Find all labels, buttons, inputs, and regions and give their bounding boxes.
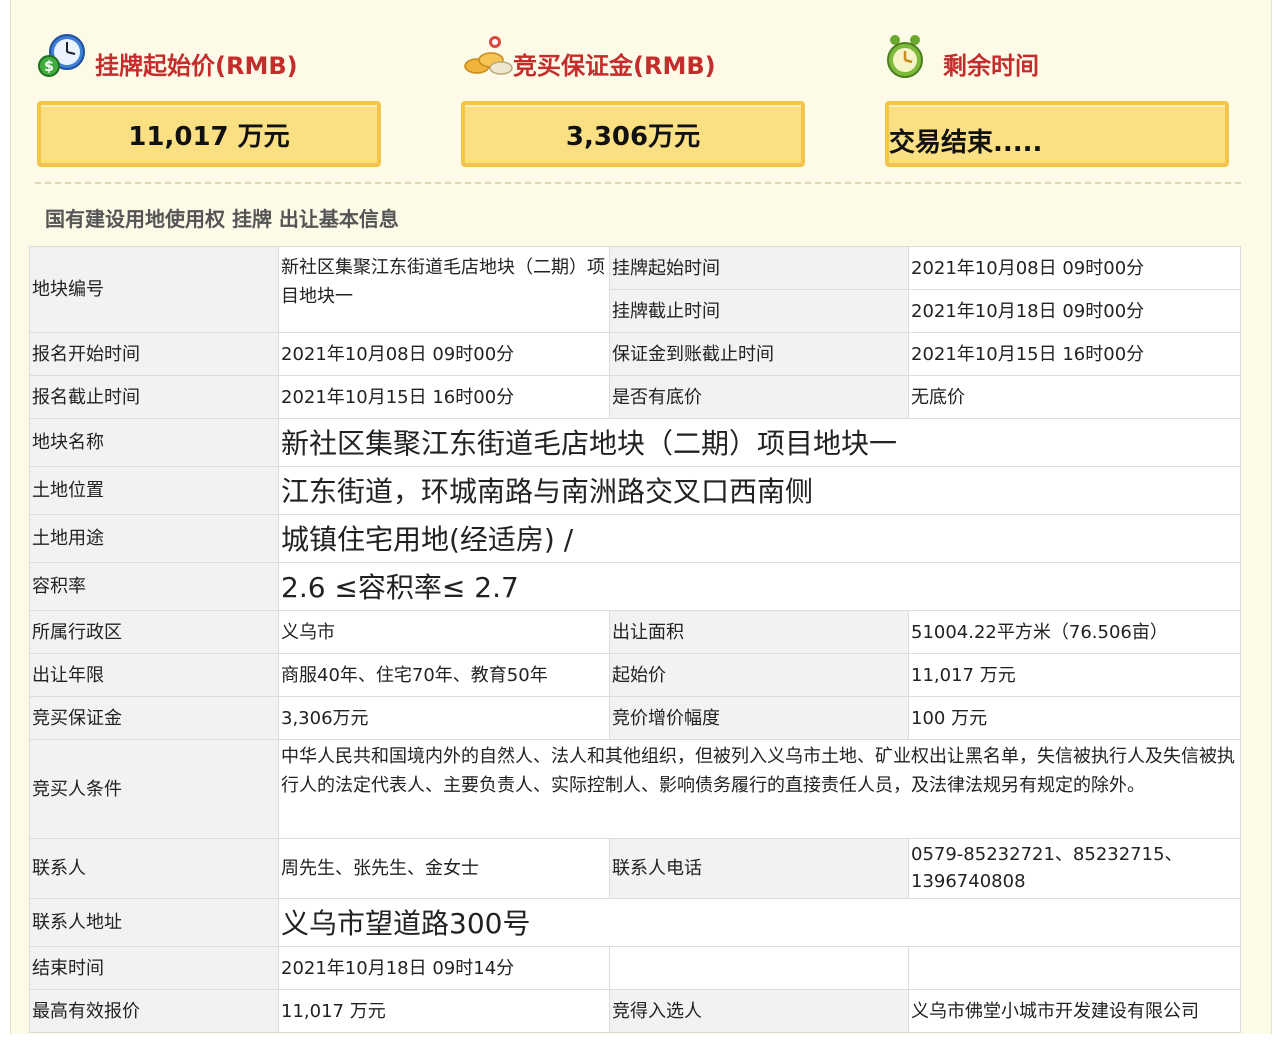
parcel-no-value: 新社区集聚江东街道毛店地块（二期）项目地块一 xyxy=(278,246,610,333)
table-row: 结束时间 2021年10月18日 09时14分 xyxy=(29,946,1241,990)
reg-start-value: 2021年10月08日 09时00分 xyxy=(278,332,610,376)
table-row: 竞买保证金 3,306万元 竞价增价幅度 100 万元 xyxy=(29,696,1241,740)
district-label: 所属行政区 xyxy=(29,610,279,654)
table-row: 土地位置 江东街道，环城南路与南洲路交叉口西南侧 xyxy=(29,466,1241,515)
usage-label: 土地用途 xyxy=(29,514,279,563)
table-row: 地块编号 新社区集聚江东街道毛店地块（二期）项目地块一 挂牌起始时间 2021年… xyxy=(29,246,1241,333)
svg-text:$: $ xyxy=(44,59,54,75)
end-time-value: 2021年10月18日 09时14分 xyxy=(278,946,610,990)
alarm-clock-icon xyxy=(887,35,923,78)
reg-start-label: 报名开始时间 xyxy=(29,332,279,376)
table-row: 报名截止时间 2021年10月15日 16时00分 是否有底价 无底价 xyxy=(29,375,1241,419)
bid-deposit-label: 竞买保证金 xyxy=(29,696,279,740)
location-value: 江东街道，环城南路与南洲路交叉口西南侧 xyxy=(278,466,1241,515)
table-row: 容积率 2.6 ≤容积率≤ 2.7 xyxy=(29,562,1241,611)
empty-cell xyxy=(609,946,909,990)
parcel-no-label: 地块编号 xyxy=(29,246,279,333)
start-price-value: 11,017 万元 xyxy=(128,121,290,152)
start-price-label: 挂牌起始价(RMB) xyxy=(95,52,298,80)
area-value: 51004.22平方米（76.506亩） xyxy=(908,610,1241,654)
address-value: 义乌市望道路300号 xyxy=(278,898,1241,947)
start-price-value-box: 11,017 万元 xyxy=(37,101,381,167)
bid-deposit-value: 3,306万元 xyxy=(278,696,610,740)
winner-value: 义乌市佛堂小城市开发建设有限公司 xyxy=(908,989,1241,1033)
table-row: 报名开始时间 2021年10月08日 09时00分 保证金到账截止时间 2021… xyxy=(29,332,1241,376)
deposit-block: 竞买保证金(RMB) 3,306万元 xyxy=(461,28,806,167)
top-bid-value: 11,017 万元 xyxy=(278,989,610,1033)
empty-cell xyxy=(908,946,1241,990)
parcel-name-label: 地块名称 xyxy=(29,418,279,467)
remaining-time-label: 剩余时间 xyxy=(943,52,1039,80)
summary-bar: $ 挂牌起始价(RMB) 11,017 万元 竞买保证金(RMB) 3,306万… xyxy=(11,0,1271,190)
coins-icon xyxy=(464,36,513,75)
far-label: 容积率 xyxy=(29,562,279,611)
increment-label: 竞价增价幅度 xyxy=(609,696,909,740)
listing-panel: $ 挂牌起始价(RMB) 11,017 万元 竞买保证金(RMB) 3,306万… xyxy=(10,0,1272,1034)
table-row: 联系人 周先生、张先生、金女士 联系人电话 0579-85232721、8523… xyxy=(29,838,1241,899)
contact-value: 周先生、张先生、金女士 xyxy=(278,838,610,899)
reg-end-value: 2021年10月15日 16时00分 xyxy=(278,375,610,419)
table-row: 所属行政区 义乌市 出让面积 51004.22平方米（76.506亩） xyxy=(29,610,1241,654)
listing-start-value: 2021年10月08日 09时00分 xyxy=(908,246,1241,290)
district-value: 义乌市 xyxy=(278,610,610,654)
usage-value: 城镇住宅用地(经适房) / xyxy=(278,514,1241,563)
remaining-time-block: 剩余时间 交易结束..... xyxy=(885,28,1230,167)
reserve-value: 无底价 xyxy=(908,375,1241,419)
phone-label: 联系人电话 xyxy=(609,838,909,899)
winner-label: 竞得入选人 xyxy=(609,989,909,1033)
top-bid-label: 最高有效报价 xyxy=(29,989,279,1033)
term-label: 出让年限 xyxy=(29,653,279,697)
listing-start-label: 挂牌起始时间 xyxy=(609,246,909,290)
remaining-time-value: 交易结束..... xyxy=(889,128,1043,158)
land-info-table: 地块编号 新社区集聚江东街道毛店地块（二期）项目地块一 挂牌起始时间 2021年… xyxy=(29,246,1241,1033)
reg-end-label: 报名截止时间 xyxy=(29,375,279,419)
table-row: 土地用途 城镇住宅用地(经适房) / xyxy=(29,514,1241,563)
listing-end-label: 挂牌截止时间 xyxy=(609,289,909,333)
far-value: 2.6 ≤容积率≤ 2.7 xyxy=(278,562,1241,611)
reserve-label: 是否有底价 xyxy=(609,375,909,419)
start-price-block: $ 挂牌起始价(RMB) 11,017 万元 xyxy=(37,28,382,167)
remaining-time-value-box: 交易结束..... xyxy=(885,101,1229,167)
increment-value: 100 万元 xyxy=(908,696,1241,740)
start-price-row-label: 起始价 xyxy=(609,653,909,697)
table-row: 地块名称 新社区集聚江东街道毛店地块（二期）项目地块一 xyxy=(29,418,1241,467)
bidder-cond-label: 竞买人条件 xyxy=(29,739,279,839)
location-label: 土地位置 xyxy=(29,466,279,515)
phone-value: 0579-85232721、85232715、1396740808 xyxy=(908,838,1241,899)
section-title: 国有建设用地使用权 挂牌 出让基本信息 xyxy=(45,207,399,231)
term-value: 商服40年、住宅70年、教育50年 xyxy=(278,653,610,697)
deposit-deadline-label: 保证金到账截止时间 xyxy=(609,332,909,376)
start-price-row-value: 11,017 万元 xyxy=(908,653,1241,697)
clock-money-icon: $ xyxy=(38,34,85,77)
contact-label: 联系人 xyxy=(29,838,279,899)
bidder-cond-value: 中华人民共和国境内外的自然人、法人和其他组织，但被列入义乌市土地、矿业权出让黑名… xyxy=(278,739,1241,839)
listing-end-value: 2021年10月18日 09时00分 xyxy=(908,289,1241,333)
divider xyxy=(35,182,1241,184)
area-label: 出让面积 xyxy=(609,610,909,654)
table-row: 竞买人条件 中华人民共和国境内外的自然人、法人和其他组织，但被列入义乌市土地、矿… xyxy=(29,739,1241,839)
end-time-label: 结束时间 xyxy=(29,946,279,990)
deposit-value: 3,306万元 xyxy=(565,121,701,152)
deposit-value-box: 3,306万元 xyxy=(461,101,805,167)
address-label: 联系人地址 xyxy=(29,898,279,947)
parcel-name-value: 新社区集聚江东街道毛店地块（二期）项目地块一 xyxy=(278,418,1241,467)
table-row: 最高有效报价 11,017 万元 竞得入选人 义乌市佛堂小城市开发建设有限公司 xyxy=(29,989,1241,1033)
table-row: 联系人地址 义乌市望道路300号 xyxy=(29,898,1241,947)
deposit-label: 竞买保证金(RMB) xyxy=(513,52,716,80)
table-row: 出让年限 商服40年、住宅70年、教育50年 起始价 11,017 万元 xyxy=(29,653,1241,697)
deposit-deadline-value: 2021年10月15日 16时00分 xyxy=(908,332,1241,376)
